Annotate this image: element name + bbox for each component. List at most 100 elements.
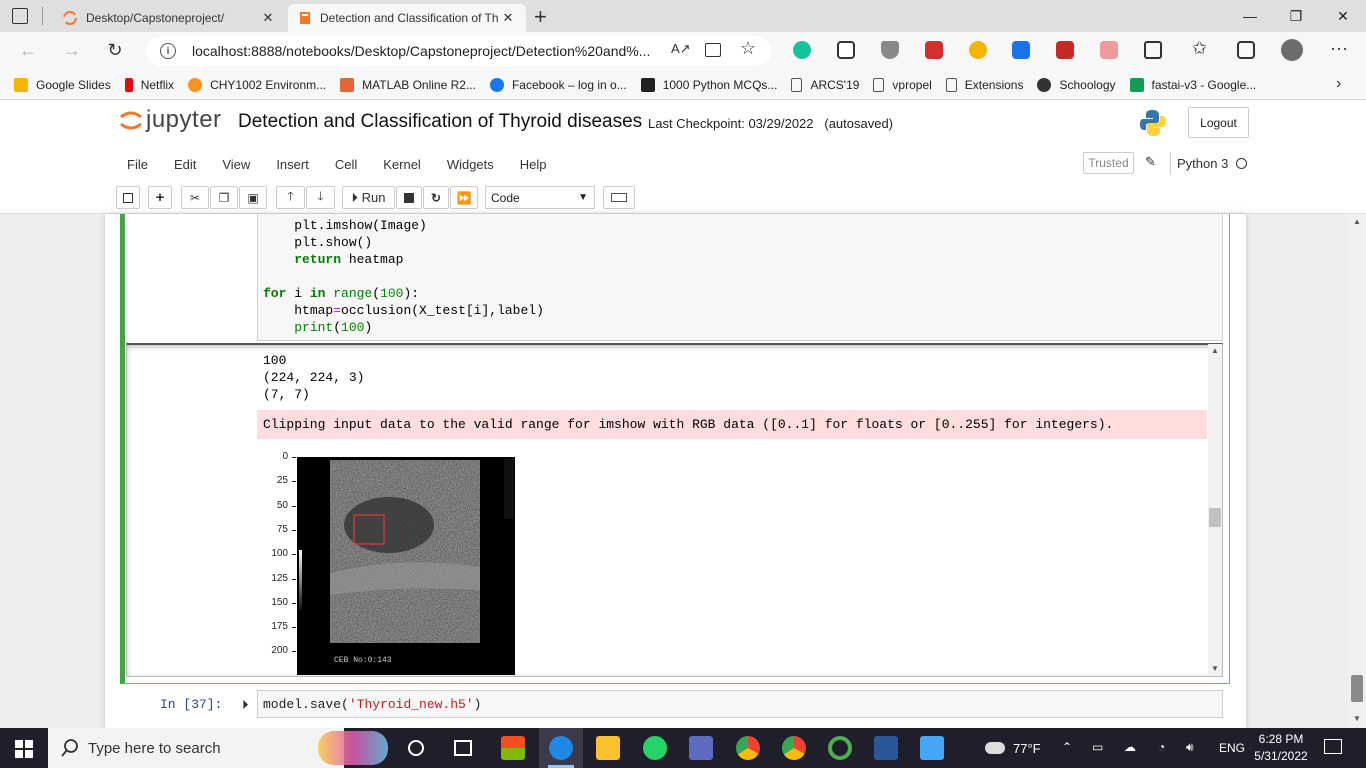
show-hidden-icons-icon[interactable]: ⌃ [1062, 740, 1072, 754]
cell-type-select[interactable]: Code ▼ [485, 186, 595, 209]
collections-icon[interactable] [1237, 41, 1255, 59]
pdf-extension-icon[interactable] [1100, 41, 1118, 59]
taskbar-search-box[interactable]: Type here to search [48, 728, 344, 768]
favorites-icon[interactable]: ✩ [1192, 38, 1207, 59]
acrobat-extension-icon[interactable] [925, 41, 943, 59]
teams-app-icon[interactable] [689, 736, 713, 760]
bookmark-fastai[interactable]: fastai-v3 - Google... [1129, 77, 1256, 92]
bookmark-extensions[interactable]: Extensions [945, 77, 1023, 92]
output-scrollbar-thumb[interactable] [1209, 508, 1221, 527]
bookmark-vpropel[interactable]: vpropel [873, 77, 932, 92]
run-button[interactable]: ⏵ Run [342, 186, 395, 209]
move-down-button[interactable]: 🡓 [306, 186, 335, 209]
menu-file[interactable]: File [114, 157, 161, 172]
refresh-icon[interactable]: ↻ [104, 39, 126, 61]
bookmark-schoology[interactable]: Schoology [1037, 77, 1116, 92]
book-extension-icon[interactable] [1056, 41, 1074, 59]
close-window-icon[interactable]: ✕ [1320, 0, 1366, 32]
page-scrollbar[interactable] [1348, 214, 1366, 728]
widgets-icon[interactable] [454, 740, 472, 756]
save-button[interactable] [116, 186, 140, 209]
run-cell-icon[interactable]: ⏵ [242, 697, 249, 713]
menu-view[interactable]: View [209, 157, 263, 172]
shield-extension-icon[interactable] [881, 41, 899, 59]
menu-kernel[interactable]: Kernel [370, 157, 434, 172]
bookmark-matlab[interactable]: MATLAB Online R2... [340, 77, 476, 92]
notebook-title[interactable]: Detection and Classification of Thyroid … [238, 111, 642, 133]
bitwarden-extension-icon[interactable] [1012, 41, 1030, 59]
insert-cell-button[interactable]: + [148, 186, 172, 209]
battery-icon[interactable]: ▭ [1092, 740, 1103, 754]
logout-button[interactable]: Logout [1188, 107, 1249, 138]
file-explorer-app-icon[interactable] [596, 736, 620, 760]
wifi-icon[interactable]: ◔ [1158, 740, 1165, 754]
split-screen-icon[interactable] [705, 43, 721, 57]
bookmarks-overflow-icon[interactable]: › [1336, 75, 1341, 93]
profile-avatar[interactable] [1281, 39, 1303, 61]
photos-app-icon[interactable] [920, 736, 944, 760]
menu-insert[interactable]: Insert [263, 157, 322, 172]
command-palette-button[interactable] [603, 186, 635, 209]
grammarly-extension-icon[interactable] [793, 41, 811, 59]
bookmark-arcs19[interactable]: ARCS'19 [791, 77, 859, 92]
word-app-icon[interactable] [874, 736, 898, 760]
windows-start-icon[interactable] [15, 740, 33, 758]
new-tab-button[interactable]: + [534, 4, 547, 30]
onedrive-cloud-icon[interactable]: ☁ [1124, 740, 1136, 754]
restart-button[interactable]: ↻ [423, 186, 449, 209]
move-up-button[interactable]: 🡑 [276, 186, 305, 209]
store-app-icon[interactable] [501, 736, 525, 760]
paste-button[interactable]: ▣ [239, 186, 267, 209]
weather-cloud-icon[interactable] [985, 742, 1005, 754]
pip-extension-icon[interactable] [837, 41, 855, 59]
copy-button[interactable]: ❐ [210, 186, 238, 209]
task-view-icon[interactable] [408, 740, 424, 756]
minimize-icon[interactable]: — [1227, 0, 1273, 32]
page-scrollbar-thumb[interactable] [1351, 675, 1363, 702]
close-tab-icon[interactable]: ✕ [500, 10, 516, 26]
bookmark-google-slides[interactable]: Google Slides [14, 77, 111, 92]
chrome-app-icon[interactable] [736, 736, 760, 760]
bookmark-python-mcqs[interactable]: 1000 Python MCQs... [640, 77, 777, 92]
page-scroll-down-icon[interactable]: ▼ [1353, 714, 1361, 723]
tab-actions-icon[interactable] [12, 8, 28, 24]
cut-button[interactable]: ✂ [181, 186, 209, 209]
bookmark-netflix[interactable]: Netflix [124, 77, 174, 92]
close-tab-icon[interactable]: ✕ [260, 10, 276, 26]
taskbar-clock[interactable]: 6:28 PM 5/31/2022 [1248, 731, 1314, 765]
volume-icon[interactable]: 🔊︎ [1186, 740, 1194, 755]
settings-more-icon[interactable]: ··· [1330, 38, 1348, 59]
language-indicator[interactable]: ENG [1219, 741, 1245, 755]
restart-run-all-button[interactable]: ⏩ [450, 186, 478, 209]
notifications-icon[interactable] [1324, 739, 1342, 754]
whatsapp-app-icon[interactable] [643, 736, 667, 760]
menu-widgets[interactable]: Widgets [434, 157, 507, 172]
interrupt-button[interactable] [396, 186, 422, 209]
edit-pencil-icon[interactable]: ✎ [1145, 154, 1156, 170]
bookmark-chy1002[interactable]: CHY1002 Environm... [188, 77, 326, 92]
tab-detection-notebook[interactable]: Detection and Classification of Th ✕ [288, 4, 526, 32]
read-aloud-icon[interactable]: A↗ [671, 41, 691, 57]
puzzle-extensions-icon[interactable] [1144, 41, 1162, 59]
bookmark-facebook[interactable]: Facebook – log in o... [489, 77, 627, 92]
favorite-star-icon[interactable]: ☆ [740, 38, 756, 59]
scroll-up-icon[interactable]: ▲ [1211, 346, 1219, 355]
scroll-down-icon[interactable]: ▼ [1211, 664, 1219, 673]
loop-extension-icon[interactable] [969, 41, 987, 59]
jupyter-logo[interactable]: jupyter [118, 106, 222, 134]
site-info-icon[interactable]: i [160, 43, 176, 59]
menu-help[interactable]: Help [507, 157, 560, 172]
chrome-profile-app-icon[interactable] [782, 736, 806, 760]
weather-temperature[interactable]: 77°F [1013, 741, 1041, 756]
menu-edit[interactable]: Edit [161, 157, 209, 172]
tab-desktop-capstoneproject[interactable]: Desktop/Capstoneproject/ ✕ [52, 4, 286, 32]
restore-icon[interactable]: ❐ [1273, 0, 1319, 32]
menu-cell[interactable]: Cell [322, 157, 370, 172]
forward-icon[interactable]: → [61, 39, 83, 61]
green-circle-app-icon[interactable] [828, 736, 852, 760]
page-scroll-up-icon[interactable]: ▲ [1353, 217, 1361, 226]
code-cell-37[interactable]: model. save('Thyroid_new.h5') [257, 690, 1223, 718]
back-icon[interactable]: ← [17, 39, 39, 61]
edge-app-icon[interactable] [549, 736, 573, 760]
trusted-badge[interactable]: Trusted [1083, 152, 1134, 174]
